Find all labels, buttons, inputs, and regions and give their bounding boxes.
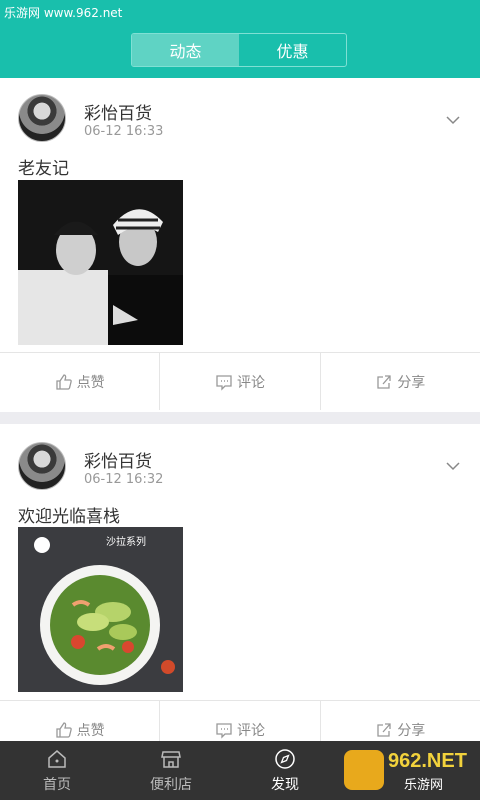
post-actions: 点赞 评论 分享	[0, 352, 480, 410]
avatar[interactable]	[18, 94, 66, 142]
share-label: 分享	[397, 374, 426, 391]
share-icon	[377, 722, 391, 737]
thumbs-up-icon	[56, 373, 72, 390]
post-card: 彩怡百货 06-12 16:32 欢迎光临喜栈 沙拉系列 点赞 评论 分享	[0, 424, 480, 758]
post-time: 06-12 16:33	[84, 124, 164, 139]
tab-dongtai[interactable]: 动态	[132, 34, 239, 66]
top-header: 乐游网 www.962.net 动态 优惠	[0, 0, 480, 78]
post-text: 欢迎光临喜栈	[18, 507, 120, 527]
share-icon	[377, 374, 391, 389]
compass-icon	[275, 748, 295, 769]
post-text: 老友记	[18, 159, 69, 179]
like-button[interactable]: 点赞	[0, 353, 161, 410]
tab-youhui[interactable]: 优惠	[239, 34, 346, 66]
chevron-down-icon[interactable]	[446, 458, 460, 472]
author-name: 彩怡百货	[84, 104, 152, 124]
watermark-brand: 962.NET	[388, 750, 467, 772]
author-name: 彩怡百货	[84, 452, 152, 472]
watermark-logo-icon	[344, 750, 384, 790]
comment-button[interactable]: 评论	[160, 353, 321, 410]
share-label: 分享	[397, 722, 426, 739]
avatar[interactable]	[18, 442, 66, 490]
like-label: 点赞	[76, 722, 105, 739]
watermark-top: 乐游网 www.962.net	[4, 6, 123, 20]
store-icon	[161, 750, 181, 768]
watermark-bottom: 962.NET 乐游网	[344, 748, 472, 793]
post-card: 彩怡百货 06-12 16:33 老友记 点赞 评论 分享	[0, 78, 480, 412]
post-time: 06-12 16:32	[84, 472, 164, 487]
home-icon	[48, 749, 66, 768]
segmented-control: 动态 优惠	[131, 33, 347, 67]
like-label: 点赞	[76, 374, 105, 391]
tab-home[interactable]: 首页	[0, 741, 114, 800]
comment-icon	[216, 374, 232, 391]
tab-discover-label: 发现	[271, 776, 299, 793]
thumbs-up-icon	[56, 721, 72, 738]
tab-store-label: 便利店	[150, 776, 192, 793]
tab-discover[interactable]: 发现	[228, 741, 342, 800]
share-button[interactable]: 分享	[321, 353, 480, 410]
comment-icon	[216, 722, 232, 739]
chevron-down-icon[interactable]	[446, 112, 460, 126]
tab-home-label: 首页	[43, 776, 71, 793]
watermark-sub: 乐游网	[404, 778, 444, 793]
comment-label: 评论	[236, 722, 265, 739]
image-caption: 沙拉系列	[106, 537, 146, 548]
post-image[interactable]: 沙拉系列	[18, 527, 183, 692]
post-image[interactable]	[18, 180, 183, 345]
tab-store[interactable]: 便利店	[114, 741, 228, 800]
comment-label: 评论	[236, 374, 265, 391]
